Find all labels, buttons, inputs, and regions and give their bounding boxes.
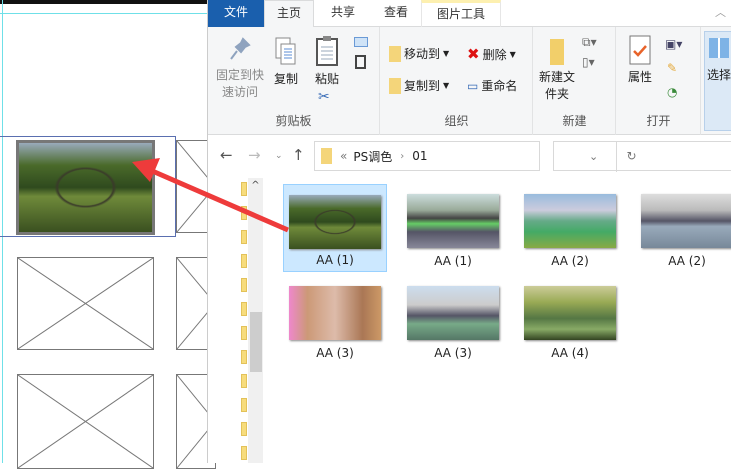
- red-arrow: [132, 158, 289, 233]
